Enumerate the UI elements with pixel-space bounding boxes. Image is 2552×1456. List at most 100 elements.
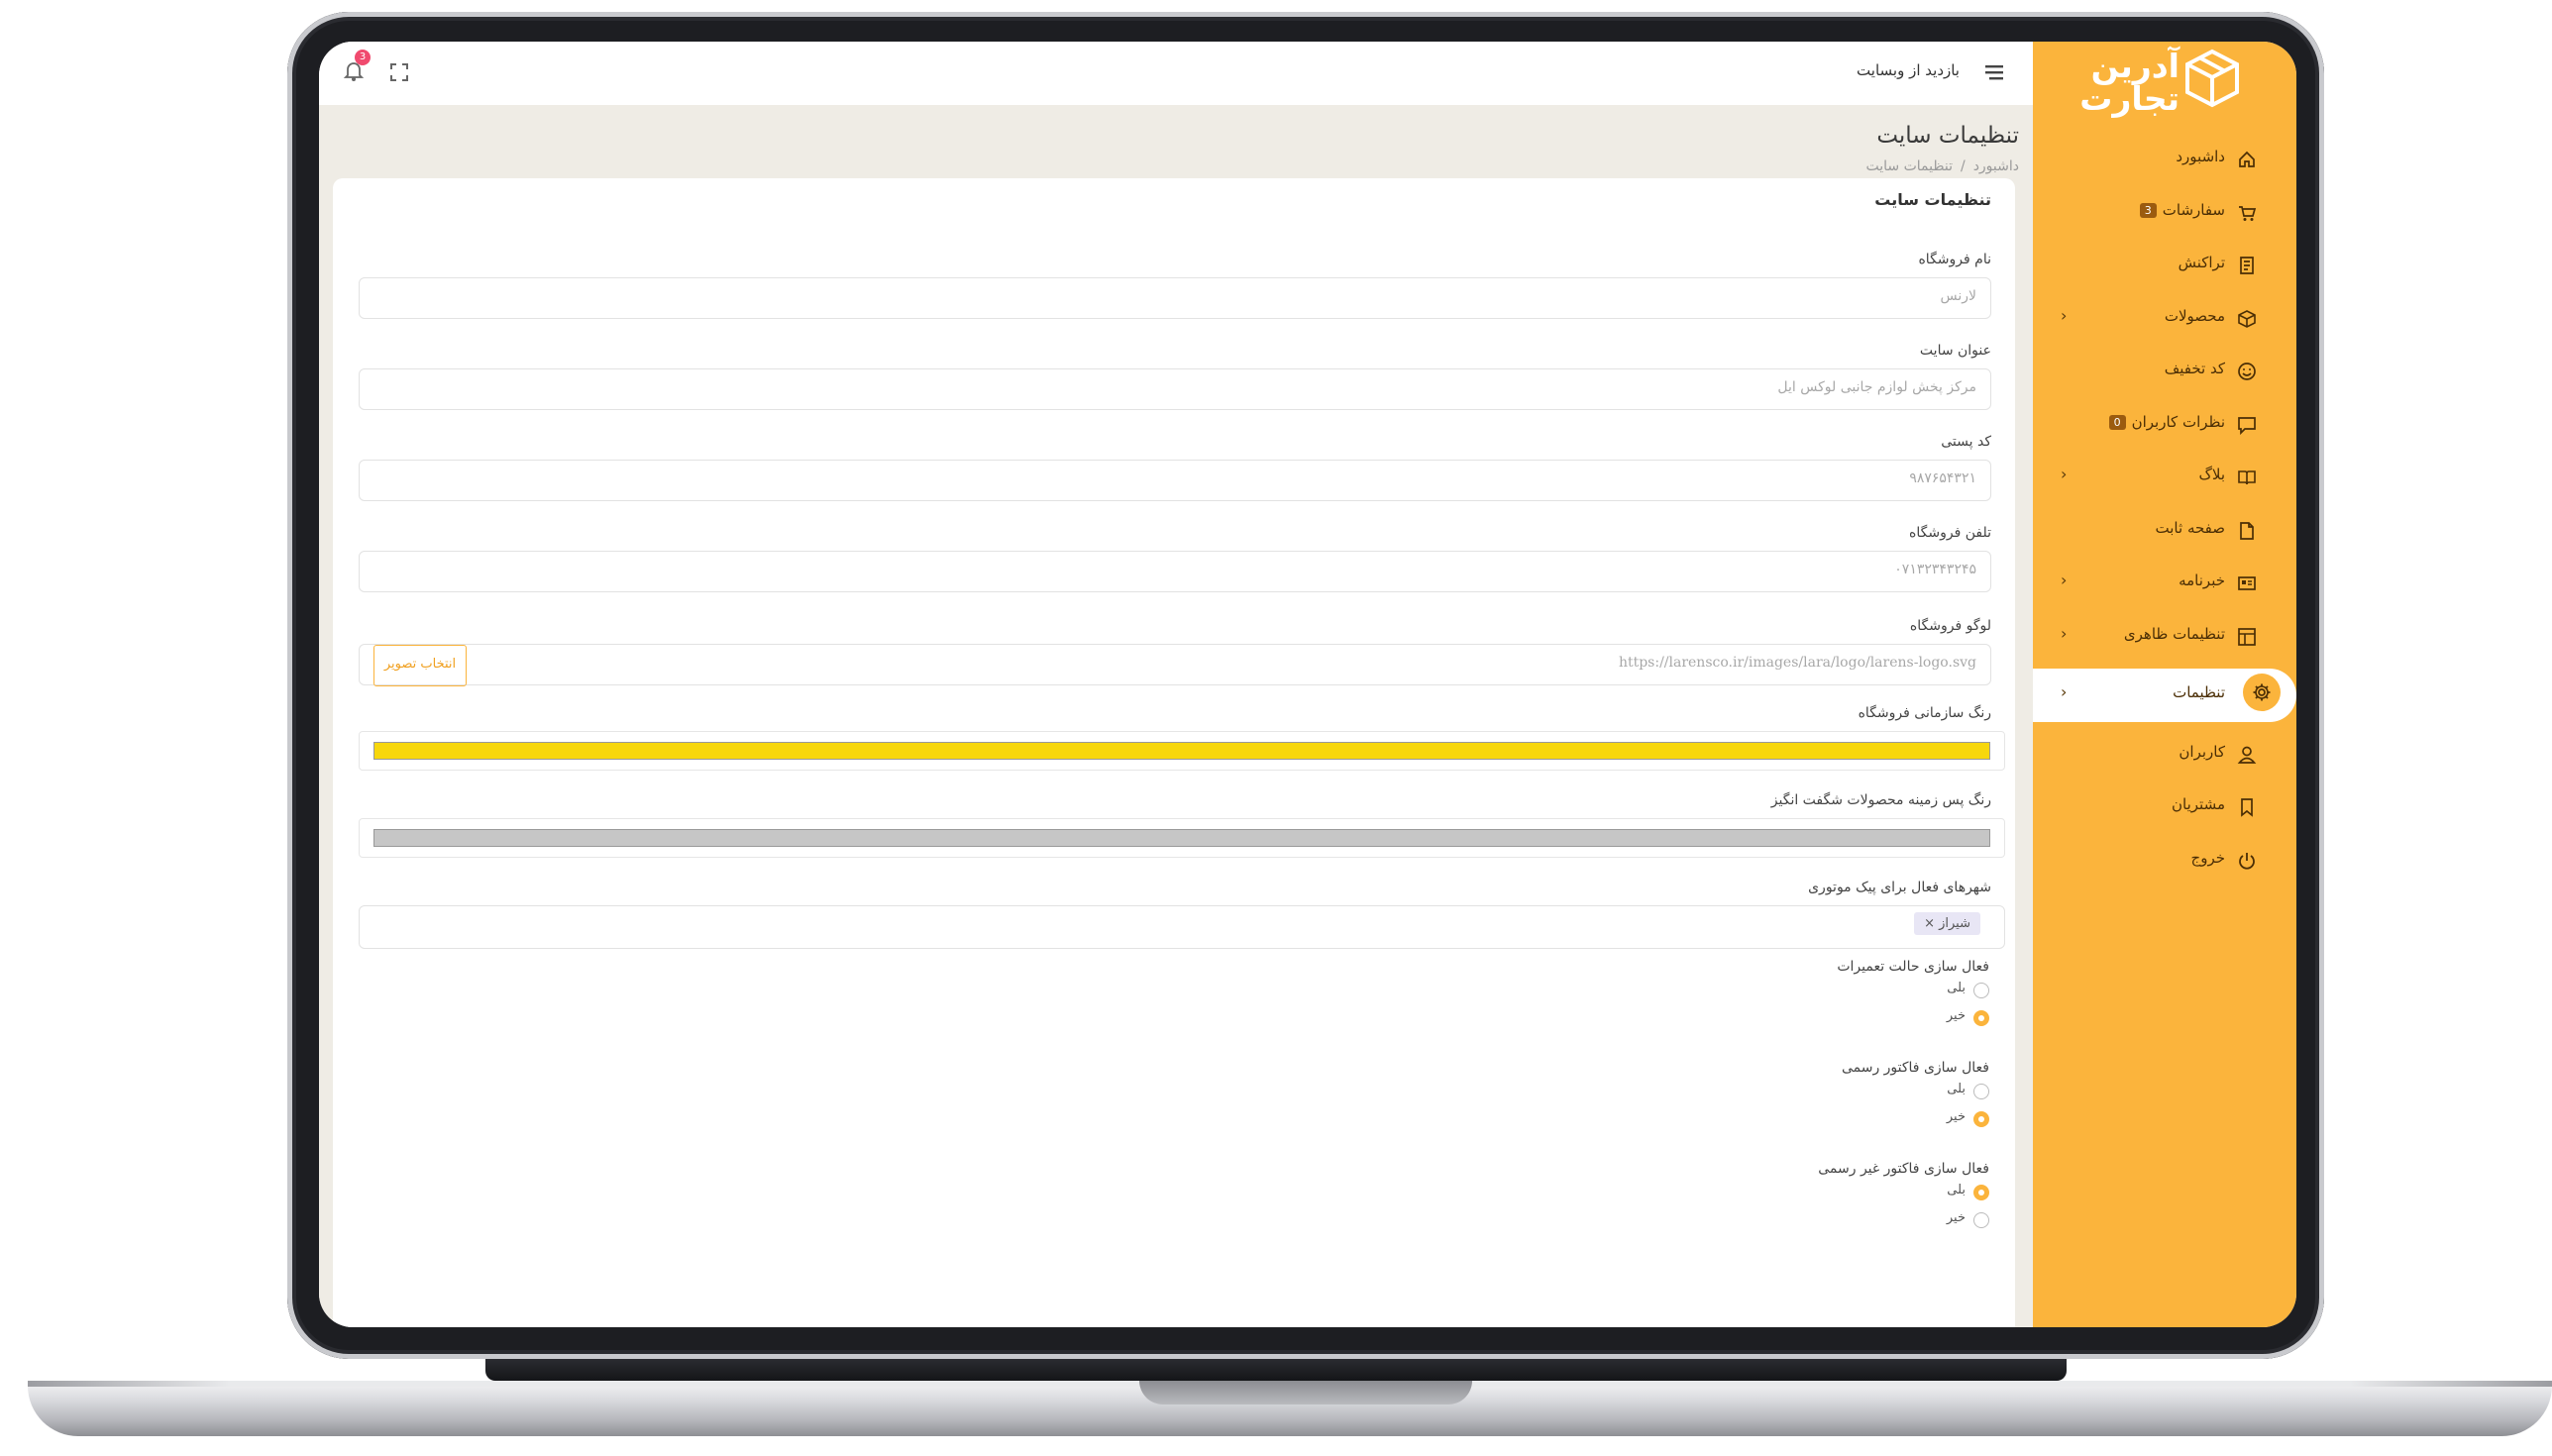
- amazing-bg-color-picker[interactable]: [359, 818, 2005, 858]
- sidebar-item-user[interactable]: کاربران: [2033, 728, 2296, 781]
- postal-code-value: ۹۸۷۶۵۴۳۲۱: [1909, 470, 1976, 486]
- brand-name: آدرین تجارت: [2079, 47, 2180, 118]
- sidebar-nav: داشبورد سفارشات3 تراکنش محصولات ‹ کد تخفیف نظر…: [2033, 133, 2296, 886]
- sidebar-item-power[interactable]: خروج: [2033, 834, 2296, 887]
- visit-site-link[interactable]: بازدید از وبسایت: [1857, 61, 1960, 79]
- sidebar-item-home[interactable]: داشبورد: [2033, 133, 2296, 186]
- official-invoice-yes-label: بلی: [1947, 1082, 1966, 1096]
- unofficial-invoice-label: فعال سازی فاکتور غیر رسمی: [1818, 1161, 1989, 1177]
- maintenance-no-label: خیر: [1946, 1008, 1966, 1023]
- sidebar: آدرین تجارت داشبورد سفارشات3 تراکنش محصولات…: [2033, 42, 2296, 1327]
- fullscreen-icon[interactable]: [388, 61, 410, 83]
- sidebar-item-receipt[interactable]: تراکنش: [2033, 239, 2296, 292]
- chevron-left-icon: ‹: [2061, 623, 2068, 643]
- sidebar-item-label: بلاگ: [2198, 466, 2225, 483]
- maintenance-label: فعال سازی حالت تعمیرات: [1837, 959, 1989, 975]
- bookmark-icon: [2241, 798, 2253, 817]
- maintenance-yes-dot: [1973, 983, 1989, 998]
- card-title: تنظیمات سایت: [1874, 190, 1991, 209]
- amazing-bg-color-label: رنگ پس زمینه محصولات شگفت انگیز: [1770, 792, 1991, 808]
- box-logo-icon: [2185, 49, 2239, 108]
- courier-cities-select[interactable]: شیراز ×: [359, 905, 2005, 949]
- settings-card: تنظیمات سایت نام فروشگاه لارنس عنوان سای…: [333, 178, 2015, 1327]
- sidebar-item-label: داشبورد: [2176, 148, 2225, 165]
- official-invoice-no-label: خیر: [1946, 1109, 1966, 1124]
- site-title-label: عنوان سایت: [1919, 343, 1991, 359]
- postal-code-input[interactable]: ۹۸۷۶۵۴۳۲۱: [359, 460, 1991, 501]
- sidebar-item-file[interactable]: صفحه ثابت: [2033, 504, 2296, 558]
- choose-image-button[interactable]: انتخاب تصویر: [373, 645, 467, 686]
- store-phone-input[interactable]: ۰۷۱۳۲۳۴۳۲۴۵: [359, 551, 1991, 592]
- store-phone-value: ۰۷۱۳۲۳۴۳۲۴۵: [1894, 562, 1976, 577]
- brand-color-label: رنگ سازمانی فروشگاه: [1858, 705, 1991, 721]
- sidebar-item-label: خروج: [2190, 848, 2225, 867]
- sidebar-item-newsletter[interactable]: خبرنامه ‹: [2033, 557, 2296, 610]
- sidebar-item-label: کاربران: [2179, 742, 2225, 761]
- store-logo-input[interactable]: https://larensco.ir/images/lara/logo/lar…: [359, 644, 1991, 686]
- sidebar-item-label: مشتریان: [2172, 795, 2225, 813]
- brand-logo[interactable]: آدرین تجارت: [2031, 42, 2269, 121]
- city-tag[interactable]: شیراز ×: [1914, 912, 1980, 935]
- sidebar-item-gear[interactable]: تنظیمات ‹: [2033, 669, 2296, 722]
- site-title-input[interactable]: مرکز پخش لوازم جانبی لوکس ایل: [359, 368, 1991, 410]
- sidebar-item-label: صفحه ثابت: [2155, 518, 2225, 537]
- breadcrumb: داشبورد / تنظیمات سایت: [1866, 158, 2020, 174]
- unofficial-invoice-no-dot: [1973, 1212, 1989, 1228]
- count-badge: 3: [2139, 202, 2157, 218]
- gear-icon: [2253, 683, 2271, 701]
- power-icon: [2239, 852, 2255, 870]
- chevron-left-icon: ‹: [2061, 305, 2068, 325]
- chevron-left-icon: ‹: [2061, 465, 2068, 483]
- top-bar: بازدید از وبسایت 3: [319, 42, 2033, 105]
- unofficial-invoice-yes-label: بلی: [1947, 1183, 1966, 1197]
- receipt-icon: [2240, 257, 2254, 274]
- sidebar-item-comment[interactable]: نظرات کاربران0: [2033, 398, 2296, 452]
- store-name-input[interactable]: لارنس: [359, 277, 1991, 319]
- sidebar-item-label: کد تخفیف: [2164, 360, 2225, 377]
- breadcrumb-home[interactable]: داشبورد: [1973, 158, 2019, 174]
- newsletter-icon: [2238, 576, 2256, 590]
- book-icon: [2238, 470, 2256, 485]
- page-title: تنظیمات سایت: [1876, 123, 2019, 149]
- menu-icon[interactable]: [1983, 61, 2005, 83]
- file-icon: [2240, 521, 2254, 540]
- sidebar-item-label: تنظیمات: [2173, 683, 2225, 701]
- notification-badge: 3: [355, 50, 371, 65]
- official-invoice-label: فعال سازی فاکتور رسمی: [1841, 1060, 1989, 1076]
- sidebar-item-label: محصولات: [2164, 306, 2225, 325]
- left-gutter: [319, 105, 333, 1327]
- sidebar-item-box[interactable]: محصولات ‹: [2033, 292, 2296, 346]
- sidebar-item-bookmark[interactable]: مشتریان: [2033, 780, 2296, 834]
- box-icon: [2238, 309, 2256, 328]
- sidebar-item-label: تنظیمات ظاهری: [2123, 624, 2225, 643]
- sidebar-item-label: خبرنامه: [2179, 572, 2225, 589]
- count-badge: 0: [2108, 414, 2126, 430]
- chevron-left-icon: ‹: [2061, 571, 2068, 589]
- maintenance-no-dot: [1973, 1010, 1989, 1026]
- store-name-value: لارنس: [1940, 288, 1977, 304]
- comment-icon: [2238, 416, 2256, 435]
- official-invoice-no-dot: [1973, 1111, 1989, 1127]
- site-title-value: مرکز پخش لوازم جانبی لوکس ایل: [1777, 379, 1976, 395]
- sidebar-item-label: تراکنش: [2178, 254, 2225, 271]
- unofficial-invoice-no-label: خیر: [1946, 1210, 1966, 1225]
- amazing-bg-color-swatch: [373, 829, 1990, 847]
- store-name-label: نام فروشگاه: [1918, 252, 1991, 267]
- sidebar-item-smile[interactable]: کد تخفیف: [2033, 345, 2296, 398]
- official-invoice-yes-dot: [1973, 1084, 1989, 1099]
- postal-code-label: کد پستی: [1941, 434, 1991, 450]
- cart-icon: [2239, 205, 2257, 221]
- breadcrumb-separator: /: [1960, 158, 1966, 174]
- smile-icon: [2238, 363, 2256, 380]
- chevron-left-icon: ‹: [2061, 682, 2068, 701]
- home-icon: [2239, 151, 2255, 167]
- sidebar-item-book[interactable]: بلاگ ‹: [2033, 451, 2296, 504]
- sidebar-item-cart[interactable]: سفارشات3: [2033, 186, 2296, 240]
- brand-color-picker[interactable]: [359, 731, 2005, 771]
- sidebar-item-layout[interactable]: تنظیمات ظاهری ‹: [2033, 610, 2296, 664]
- store-logo-label: لوگو فروشگاه: [1909, 618, 1991, 634]
- unofficial-invoice-yes-dot: [1973, 1185, 1989, 1200]
- screen: بازدید از وبسایت 3 تنظیمات سایت داشبورد /…: [319, 42, 2296, 1327]
- user-icon: [2237, 746, 2257, 764]
- store-phone-label: تلفن فروشگاه: [1909, 525, 1991, 541]
